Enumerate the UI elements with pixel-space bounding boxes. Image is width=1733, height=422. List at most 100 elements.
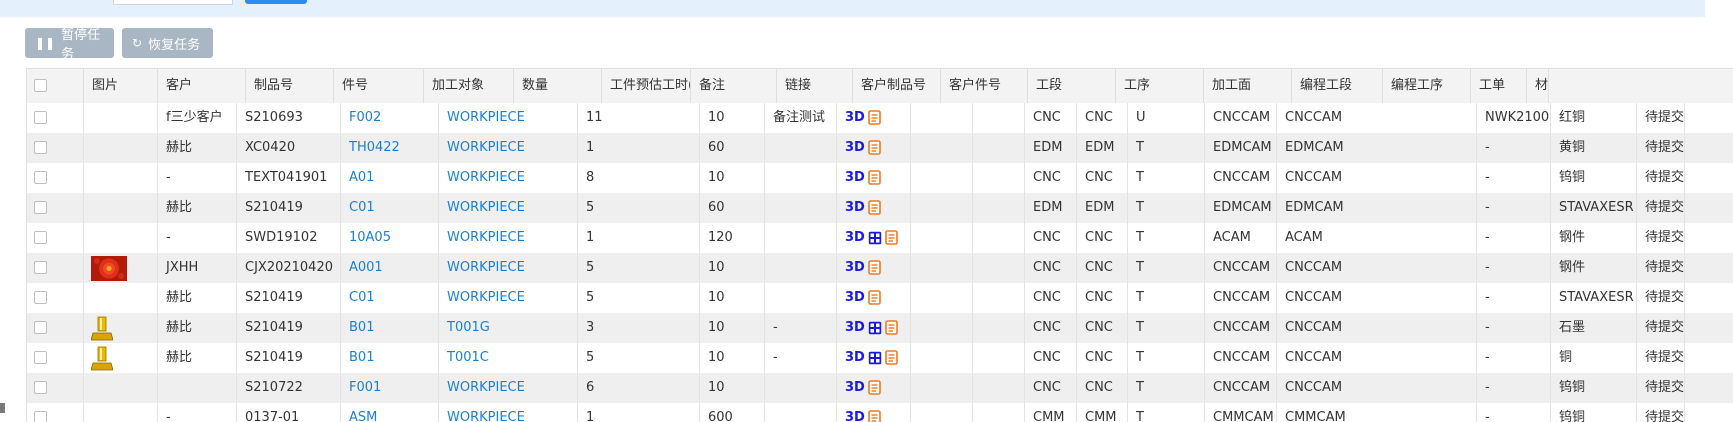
object-cell[interactable]: WORKPIECE — [439, 253, 578, 283]
3d-model-link[interactable]: 3D — [845, 193, 865, 223]
column-header[interactable]: 图片 — [84, 69, 158, 103]
drawing-icon[interactable] — [868, 321, 882, 335]
document-icon[interactable] — [885, 350, 898, 365]
row-checkbox[interactable] — [34, 351, 47, 364]
row-select-cell[interactable] — [27, 373, 84, 403]
row-checkbox[interactable] — [34, 321, 47, 334]
column-header[interactable]: 数量 — [514, 69, 602, 103]
row-select-cell[interactable] — [27, 403, 84, 422]
3d-model-link[interactable]: 3D — [845, 163, 865, 193]
table-row[interactable]: 赫比 XC0420 TH0422 WORKPIECE 1 60 3D EDM EDM T EDMCA… — [27, 133, 1733, 164]
drawing-icon[interactable] — [868, 351, 882, 365]
document-icon[interactable] — [885, 230, 898, 245]
column-header[interactable]: 备注 — [691, 69, 777, 103]
header-select-all-cell[interactable] — [27, 69, 84, 103]
row-select-cell[interactable] — [27, 253, 84, 283]
document-icon[interactable] — [885, 320, 898, 335]
object-cell[interactable]: WORKPIECE — [439, 223, 578, 253]
column-header[interactable]: 制品号 — [246, 69, 334, 103]
object-cell[interactable]: WORKPIECE — [439, 373, 578, 403]
row-select-cell[interactable] — [27, 283, 84, 313]
document-icon[interactable] — [868, 380, 881, 395]
document-icon[interactable] — [868, 410, 881, 422]
part-no-cell[interactable]: F001 — [341, 373, 439, 403]
table-row[interactable]: 赫比 S210419 C01 WORKPIECE 5 10 3D CNC CNC T CNCCAM C… — [27, 283, 1733, 314]
column-header[interactable]: 客户 — [158, 69, 246, 103]
table-row[interactable]: -0137-01 ASM WORKPIECE 1 600 3D CMM CMM T CMMCAM C… — [27, 403, 1733, 422]
table-row[interactable]: 赫比 S210419 B01 T001G 3 10-3D CNC CNC T CNCCAM CNCC… — [27, 313, 1733, 344]
part-no-cell[interactable]: C01 — [341, 283, 439, 313]
pause-task-button[interactable]: ❚❚ 暂停任务 — [25, 28, 114, 62]
column-header[interactable]: 客户件号 — [941, 69, 1028, 103]
column-header[interactable]: 材 — [1527, 69, 1550, 103]
row-checkbox[interactable] — [34, 141, 47, 154]
part-model-thumbnail-image[interactable] — [91, 316, 113, 342]
document-icon[interactable] — [868, 200, 881, 215]
select-all-checkbox[interactable] — [34, 79, 47, 92]
document-icon[interactable] — [868, 170, 881, 185]
row-select-cell[interactable] — [27, 313, 84, 343]
object-cell[interactable]: T001G — [439, 313, 578, 343]
object-cell[interactable]: WORKPIECE — [439, 133, 578, 163]
object-cell[interactable]: WORKPIECE — [439, 103, 578, 133]
table-row[interactable]: - SWD19102 10A05 WORKPIECE 1 120 3D CNC CNC T ACAM… — [27, 223, 1733, 254]
row-checkbox[interactable] — [34, 381, 47, 394]
row-select-cell[interactable] — [27, 193, 84, 223]
object-cell[interactable]: WORKPIECE — [439, 403, 578, 422]
3d-model-link[interactable]: 3D — [845, 133, 865, 163]
row-checkbox[interactable] — [34, 171, 47, 184]
table-row[interactable]: - TEXT041901 A01 WORKPIECE 8 10 3D CNC CNC T CNCCA… — [27, 163, 1733, 194]
part-no-cell[interactable]: 10A05 — [341, 223, 439, 253]
flower-thumbnail-image[interactable] — [91, 256, 127, 281]
document-icon[interactable] — [868, 140, 881, 155]
column-header[interactable]: 工单 — [1471, 69, 1527, 103]
drawing-icon[interactable] — [868, 231, 882, 245]
row-select-cell[interactable] — [27, 343, 84, 373]
row-checkbox[interactable] — [34, 231, 47, 244]
3d-model-link[interactable]: 3D — [845, 313, 865, 343]
3d-model-link[interactable]: 3D — [845, 343, 865, 373]
document-icon[interactable] — [868, 110, 881, 125]
row-checkbox[interactable] — [34, 111, 47, 124]
column-header[interactable]: 加工对象 — [424, 69, 514, 103]
object-cell[interactable]: T001C — [439, 343, 578, 373]
table-row[interactable]: f三少客户 S210693 F002 WORKPIECE 11 10 备注测试 3D CNC CN… — [27, 103, 1733, 134]
table-row[interactable]: S210722 F001 WORKPIECE 6 10 3D CNC CNC T CNCCAM CN… — [27, 373, 1733, 404]
document-icon[interactable] — [868, 290, 881, 305]
part-no-cell[interactable]: F002 — [341, 103, 439, 133]
row-select-cell[interactable] — [27, 103, 84, 133]
row-checkbox[interactable] — [34, 201, 47, 214]
column-header[interactable]: 工段 — [1028, 69, 1116, 103]
object-cell[interactable]: WORKPIECE — [439, 283, 578, 313]
column-header[interactable]: 件号 — [334, 69, 424, 103]
part-no-cell[interactable]: ASM — [341, 403, 439, 422]
document-icon[interactable] — [868, 260, 881, 275]
part-no-cell[interactable]: B01 — [341, 313, 439, 343]
column-header[interactable]: 编程工序 — [1383, 69, 1471, 103]
table-row[interactable]: 赫比 S210419 B01 T001C 5 10-3D CNC CNC T CNCCAM CNCC… — [27, 343, 1733, 374]
part-no-cell[interactable]: A001 — [341, 253, 439, 283]
column-header[interactable]: 工件预估工时(M — [602, 69, 691, 103]
part-no-cell[interactable]: TH0422 — [341, 133, 439, 163]
column-header[interactable]: 加工面 — [1204, 69, 1292, 103]
part-no-cell[interactable]: C01 — [341, 193, 439, 223]
3d-model-link[interactable]: 3D — [845, 283, 865, 313]
3d-model-link[interactable]: 3D — [845, 373, 865, 403]
object-cell[interactable]: WORKPIECE — [439, 163, 578, 193]
part-no-cell[interactable]: A01 — [341, 163, 439, 193]
table-row[interactable]: JXHH CJX20210420 A001 WORKPIECE 5 10 3D CNC CNC T… — [27, 253, 1733, 284]
row-checkbox[interactable] — [34, 261, 47, 274]
row-select-cell[interactable] — [27, 163, 84, 193]
query-button[interactable] — [245, 0, 307, 4]
column-header[interactable]: 工序 — [1116, 69, 1204, 103]
resume-task-button[interactable]: ↻ 恢复任务 — [122, 28, 213, 58]
row-select-cell[interactable] — [27, 133, 84, 163]
row-checkbox[interactable] — [34, 411, 47, 422]
column-header[interactable]: 链接 — [777, 69, 853, 103]
object-cell[interactable]: WORKPIECE — [439, 193, 578, 223]
filter-input[interactable] — [113, 0, 233, 5]
row-checkbox[interactable] — [34, 291, 47, 304]
3d-model-link[interactable]: 3D — [845, 403, 865, 422]
column-header[interactable]: 编程工段 — [1292, 69, 1383, 103]
part-no-cell[interactable]: B01 — [341, 343, 439, 373]
